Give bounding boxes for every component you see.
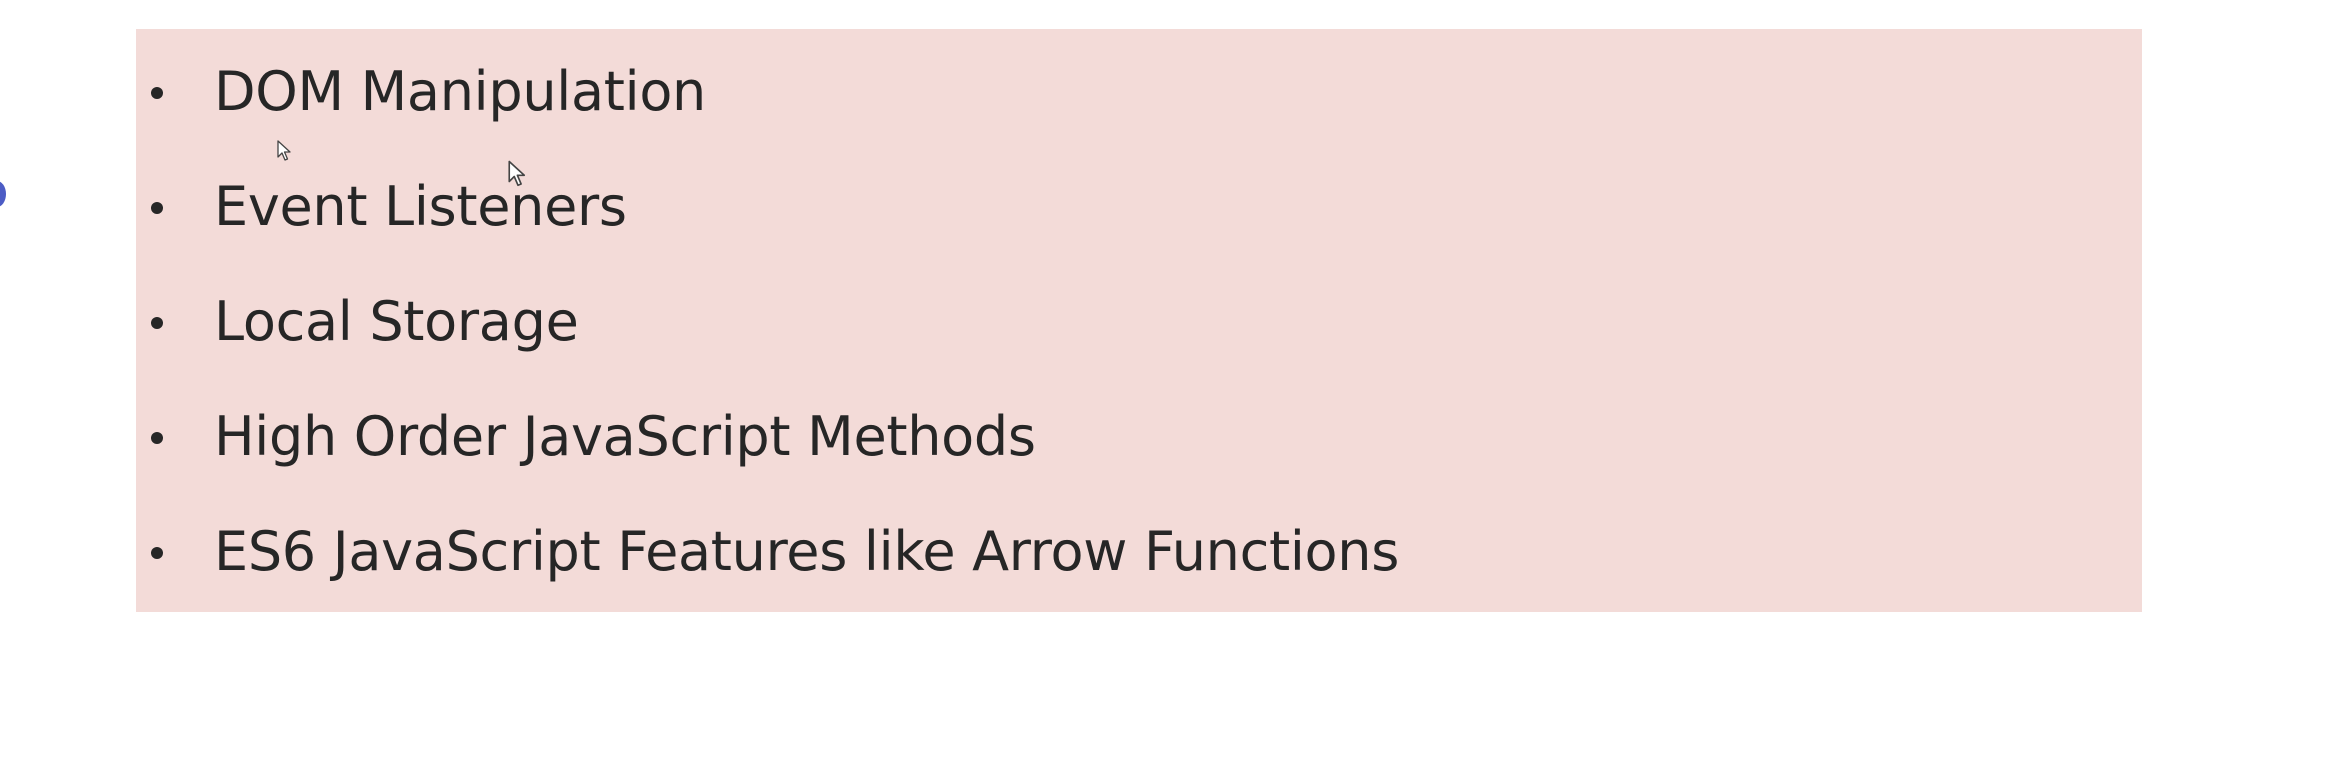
bullet-item-dom-manipulation: DOM Manipulation [136, 52, 2036, 132]
bullet-dot-icon [151, 317, 163, 329]
bullet-label: DOM Manipulation [214, 60, 706, 123]
bullet-panel: DOM Manipulation Event Listeners Local S… [136, 29, 2142, 612]
bullet-label: Local Storage [214, 290, 579, 353]
bullet-label: ES6 JavaScript Features like Arrow Funct… [214, 520, 1400, 583]
bullet-dot-icon [151, 87, 163, 99]
bullet-dot-icon [151, 547, 163, 559]
bullet-dot-icon [151, 202, 163, 214]
bullet-label: Event Listeners [214, 175, 627, 238]
edge-marker [0, 181, 6, 207]
bullet-dot-icon [151, 432, 163, 444]
bullet-item-event-listeners: Event Listeners [136, 167, 2036, 247]
bullet-item-es6-features: ES6 JavaScript Features like Arrow Funct… [136, 512, 2036, 592]
bullet-item-local-storage: Local Storage [136, 282, 2036, 362]
bullet-label: High Order JavaScript Methods [214, 405, 1036, 468]
slide-canvas: DOM Manipulation Event Listeners Local S… [0, 0, 2337, 782]
bullet-item-high-order-methods: High Order JavaScript Methods [136, 397, 2036, 477]
